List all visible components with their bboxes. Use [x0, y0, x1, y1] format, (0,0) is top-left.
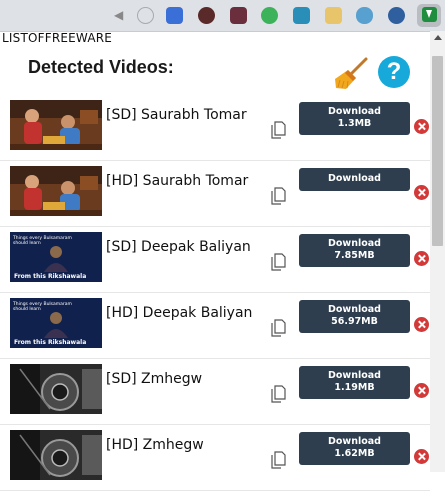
copy-link-icon[interactable] — [270, 121, 286, 139]
download-size: 56.97MB — [331, 316, 378, 327]
circle-icon[interactable] — [137, 7, 154, 24]
download-button-label: Download — [328, 436, 381, 447]
close-icon[interactable] — [414, 317, 429, 332]
scroll-up-icon[interactable] — [434, 35, 442, 40]
download-arrow-icon — [422, 7, 437, 22]
scrollbar-thumb[interactable] — [432, 56, 443, 246]
broom-icon[interactable] — [334, 55, 370, 91]
help-button[interactable]: ? — [378, 56, 410, 88]
video-list: [SD] Saurabh Tomar Download 1.3MB [HD] S… — [0, 95, 430, 491]
video-title: [HD] Zmhegw — [106, 437, 204, 453]
download-button-label: Download — [328, 106, 381, 117]
close-icon[interactable] — [414, 185, 429, 200]
video-title: [HD] Deepak Baliyan — [106, 305, 253, 321]
cloud-icon[interactable] — [356, 7, 373, 24]
video-title: [HD] Saurabh Tomar — [106, 173, 249, 189]
list-item: Things every Bulsamaram should learn From… — [0, 293, 430, 359]
download-size: 7.85MB — [334, 250, 375, 261]
pencil-icon[interactable] — [325, 7, 342, 24]
list-item: [HD] Saurabh Tomar Download — [0, 161, 430, 227]
video-thumbnail — [10, 100, 102, 150]
list-item: [SD] Zmhegw Download 1.19MB — [0, 359, 430, 425]
copy-link-icon[interactable] — [270, 187, 286, 205]
puzzle-icon[interactable] — [293, 7, 310, 24]
download-button-label: Download — [328, 238, 381, 249]
list-item: Things every Bulsamaram should learn From… — [0, 227, 430, 293]
copy-link-icon[interactable] — [270, 451, 286, 469]
close-icon[interactable] — [414, 119, 429, 134]
watermark: LISTOFFREEWARE — [2, 31, 113, 45]
video-thumbnail: Things every Bulsamaram should learn From… — [10, 232, 102, 282]
download-button-label: Download — [328, 173, 381, 184]
close-icon[interactable] — [414, 251, 429, 266]
globe-icon[interactable] — [388, 7, 405, 24]
download-size: 1.62MB — [334, 448, 375, 459]
download-button[interactable]: Download 1.19MB — [299, 366, 410, 399]
copy-link-icon[interactable] — [270, 253, 286, 271]
red-dot-icon[interactable] — [198, 7, 215, 24]
thumb-caption: From this Rikshawala — [14, 273, 86, 280]
back-icon[interactable]: ◀ — [114, 7, 131, 24]
close-icon[interactable] — [414, 383, 429, 398]
page-title: Detected Videos: — [28, 57, 174, 77]
video-thumbnail: Things every Bulsamaram should learn From… — [10, 298, 102, 348]
download-button-label: Download — [328, 370, 381, 381]
download-button[interactable]: Download 1.62MB — [299, 432, 410, 465]
list-item: [SD] Saurabh Tomar Download 1.3MB — [0, 95, 430, 161]
thumb-caption: From this Rikshawala — [14, 339, 86, 346]
copy-link-icon[interactable] — [270, 385, 286, 403]
bookmark-icon[interactable] — [166, 7, 183, 24]
browser-toolbar: ◀ — [0, 0, 445, 32]
close-icon[interactable] — [414, 449, 429, 464]
video-title: [SD] Saurabh Tomar — [106, 107, 247, 123]
download-size: 1.19MB — [334, 382, 375, 393]
green-icon[interactable] — [261, 7, 278, 24]
download-button[interactable]: Download 1.3MB — [299, 102, 410, 135]
camera-icon[interactable] — [230, 7, 247, 24]
download-button[interactable]: Download 7.85MB — [299, 234, 410, 267]
download-button[interactable]: Download 56.97MB — [299, 300, 410, 333]
download-button-label: Download — [328, 304, 381, 315]
list-item: [HD] Zmhegw Download 1.62MB — [0, 425, 430, 491]
video-title: [SD] Deepak Baliyan — [106, 239, 251, 255]
video-thumbnail — [10, 166, 102, 216]
download-button[interactable]: Download — [299, 168, 410, 191]
video-thumbnail — [10, 430, 102, 480]
copy-link-icon[interactable] — [270, 319, 286, 337]
download-size: 1.3MB — [337, 118, 372, 129]
video-thumbnail — [10, 364, 102, 414]
video-title: [SD] Zmhegw — [106, 371, 203, 387]
